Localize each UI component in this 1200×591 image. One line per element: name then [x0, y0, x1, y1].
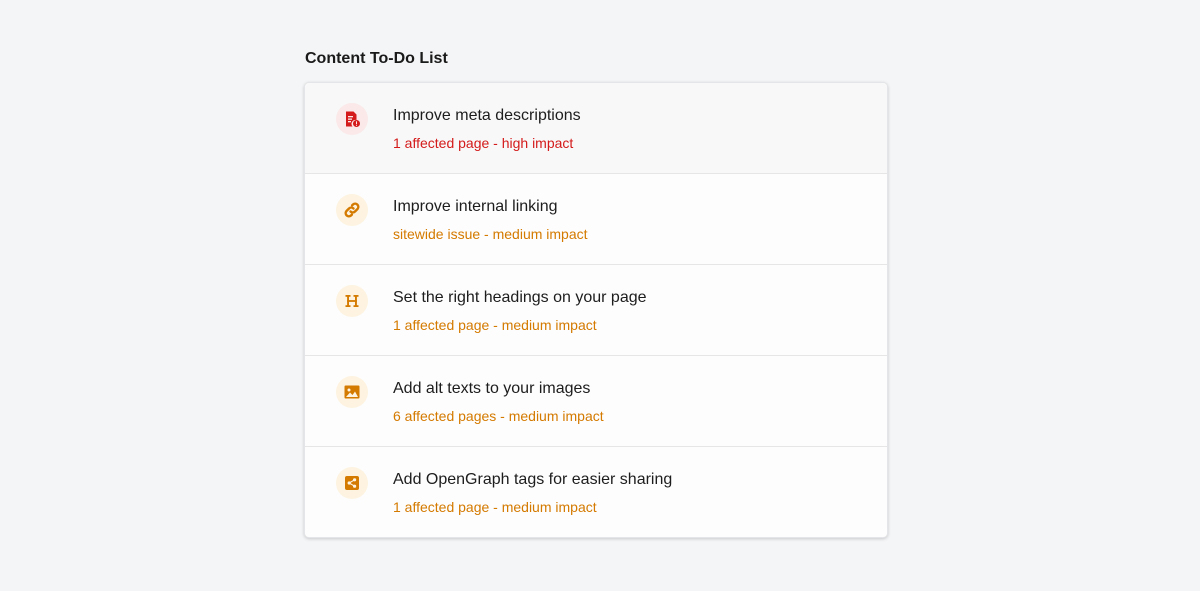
- todo-item-alt-texts[interactable]: Add alt texts to your images 6 affected …: [305, 356, 887, 447]
- content-todo-section: Content To-Do List Improve meta descript…: [304, 48, 888, 538]
- todo-item-title: Add alt texts to your images: [393, 380, 591, 397]
- link-icon: [336, 194, 368, 226]
- todo-item-title: Set the right headings on your page: [393, 289, 647, 306]
- todo-item-subtitle: 1 affected page - high impact: [393, 135, 574, 151]
- todo-item-meta-descriptions[interactable]: Improve meta descriptions 1 affected pag…: [305, 83, 887, 174]
- todo-item-title: Add OpenGraph tags for easier sharing: [393, 471, 673, 488]
- todo-item-subtitle: 1 affected page - medium impact: [393, 317, 597, 333]
- todo-item-subtitle: 1 affected page - medium impact: [393, 499, 597, 515]
- todo-item-internal-linking[interactable]: Improve internal linking sitewide issue …: [305, 174, 887, 265]
- section-title: Content To-Do List: [305, 50, 448, 67]
- heading-icon: [336, 285, 368, 317]
- share-icon: [336, 467, 368, 499]
- document-alert-icon: [336, 103, 368, 135]
- todo-card: Improve meta descriptions 1 affected pag…: [304, 82, 888, 538]
- todo-item-title: Improve internal linking: [393, 198, 558, 215]
- image-icon: [336, 376, 368, 408]
- todo-item-opengraph[interactable]: Add OpenGraph tags for easier sharing 1 …: [305, 447, 887, 537]
- todo-item-subtitle: 6 affected pages - medium impact: [393, 408, 604, 424]
- todo-item-headings[interactable]: Set the right headings on your page 1 af…: [305, 265, 887, 356]
- todo-item-subtitle: sitewide issue - medium impact: [393, 226, 588, 242]
- todo-item-title: Improve meta descriptions: [393, 107, 581, 124]
